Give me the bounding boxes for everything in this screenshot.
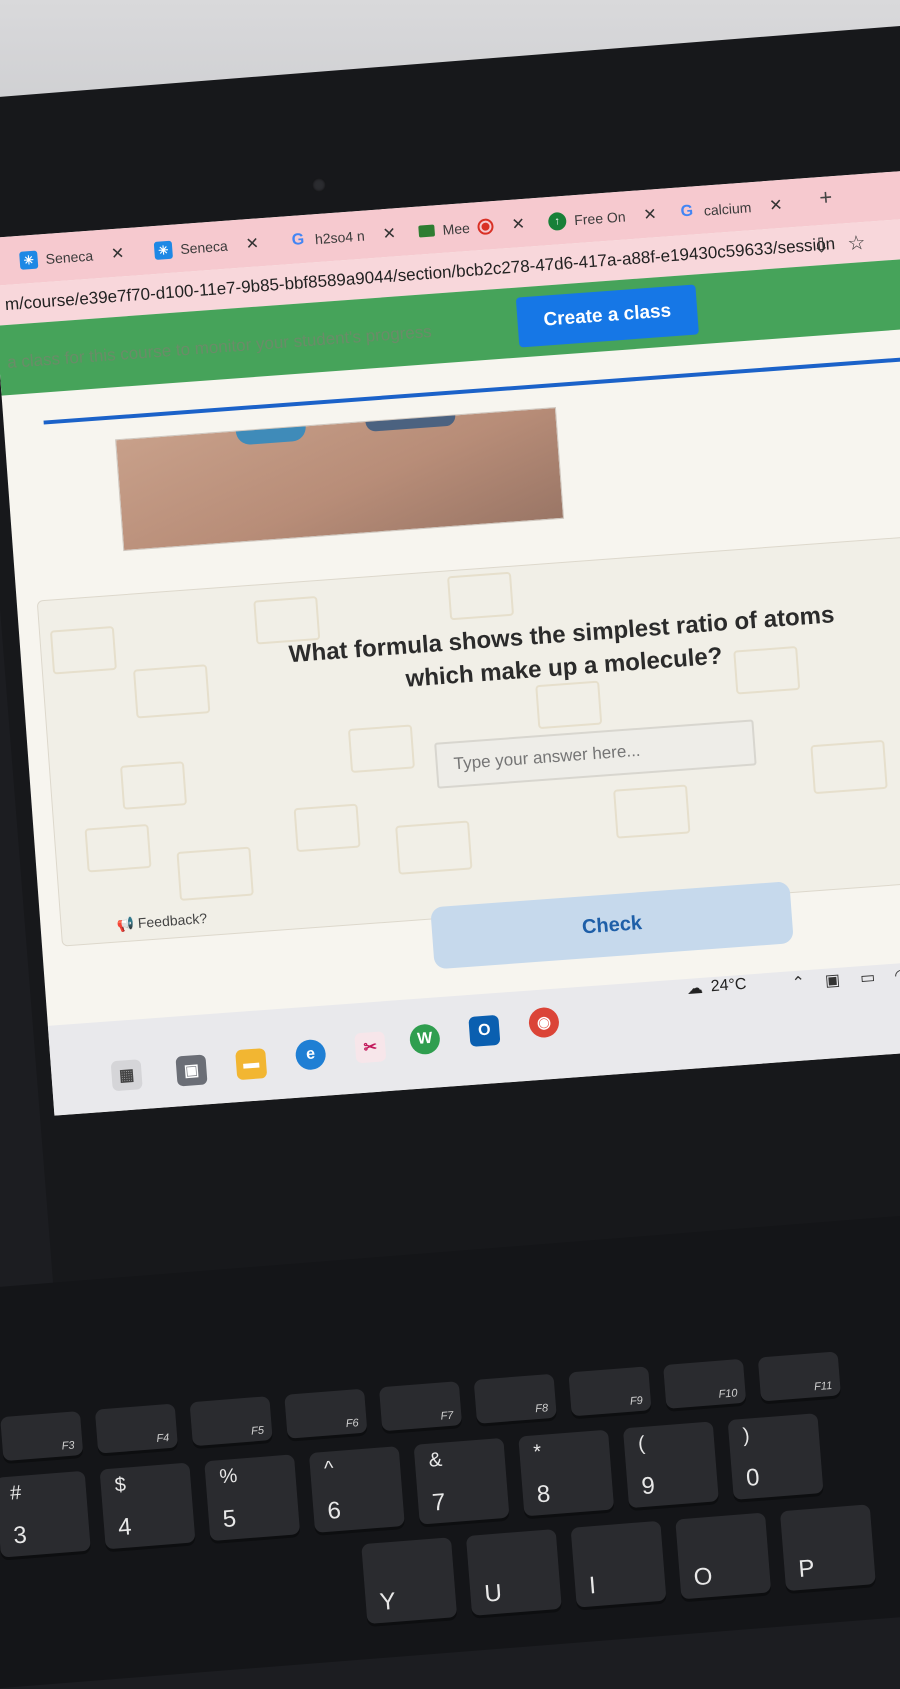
key-f6[interactable]: F6 <box>284 1388 368 1439</box>
outlook-icon[interactable]: O <box>468 1014 501 1047</box>
board-doodle-icon <box>613 784 691 839</box>
close-icon[interactable]: ✕ <box>768 195 784 216</box>
tab-seneca-2[interactable]: ✳ Seneca ✕ <box>145 228 268 267</box>
close-icon[interactable]: ✕ <box>643 204 658 225</box>
widgets-icon[interactable]: ▦ <box>110 1059 143 1092</box>
tab-label: h2so4 n <box>314 227 366 248</box>
create-class-button[interactable]: Create a class <box>515 284 699 348</box>
seneca-icon: ✳ <box>19 250 39 270</box>
tab-label: Mee <box>442 219 471 238</box>
key-i[interactable]: I <box>570 1520 667 1608</box>
tab-free[interactable]: ↑ Free On ✕ <box>539 199 666 238</box>
battery-icon[interactable]: ▭ <box>859 967 876 988</box>
key-o[interactable]: O <box>675 1512 772 1600</box>
close-icon[interactable]: ✕ <box>245 233 260 254</box>
snipping-tool-icon[interactable]: ✂ <box>354 1031 387 1064</box>
key-f8[interactable]: F8 <box>473 1373 557 1424</box>
temperature: 24°C <box>710 975 748 996</box>
board-doodle-icon <box>176 846 254 901</box>
key-7[interactable]: & 7 <box>413 1437 510 1525</box>
tab-seneca-1[interactable]: ✳ Seneca ✕ <box>11 238 134 277</box>
book-doodle-icon <box>447 571 515 621</box>
board-doodle-icon <box>132 664 211 719</box>
system-tray: ⌃ ▣ ▭ ◜ <box>791 965 900 993</box>
book-doodle-icon <box>535 680 603 730</box>
laptop-keyboard: F3 F4 F5 F6 F7 F8 F9 F10 F11 #3 $4 % 5 ^ 6… <box>0 1211 900 1689</box>
content-image <box>115 407 565 552</box>
tab-label: Seneca <box>179 237 229 258</box>
laptop-screen: ✳ Seneca ✕ ✳ Seneca ✕ G h2so4 n ✕ Mee ✕ … <box>0 167 900 1116</box>
chrome-icon[interactable]: ◉ <box>527 1006 561 1039</box>
board-doodle-icon <box>810 739 888 795</box>
close-icon[interactable]: ✕ <box>110 243 125 264</box>
store-icon[interactable]: ▣ <box>175 1054 208 1087</box>
install-icon[interactable]: ⇩ <box>812 233 831 259</box>
meet-icon <box>418 224 436 238</box>
camera-icon[interactable]: ▣ <box>824 970 841 991</box>
book-doodle-icon <box>84 823 152 873</box>
key-4[interactable]: $4 <box>99 1462 196 1550</box>
key-6[interactable]: ^ 6 <box>308 1446 405 1533</box>
feedback-link[interactable]: 📢 Feedback? <box>116 910 208 934</box>
key-3[interactable]: #3 <box>0 1470 91 1558</box>
google-icon: G <box>680 202 694 221</box>
weather-widget[interactable]: ☁ 24°C <box>686 975 747 999</box>
tab-h2so4[interactable]: G h2so4 n ✕ <box>280 218 405 257</box>
book-doodle-icon <box>49 625 117 675</box>
book-doodle-icon <box>120 761 188 810</box>
new-tab-button[interactable]: + <box>818 184 833 211</box>
key-f5[interactable]: F5 <box>189 1396 273 1447</box>
key-f3[interactable]: F3 <box>0 1410 84 1462</box>
key-f10[interactable]: F10 <box>663 1358 747 1409</box>
cloud-icon: ☁ <box>686 979 704 998</box>
key-f4[interactable]: F4 <box>94 1403 179 1454</box>
key-f7[interactable]: F7 <box>378 1381 463 1432</box>
seneca-icon: ✳ <box>153 240 174 260</box>
free-icon: ↑ <box>547 211 567 232</box>
key-f9[interactable]: F9 <box>568 1366 652 1417</box>
key-y[interactable]: Y <box>361 1537 458 1625</box>
recording-icon <box>477 218 495 236</box>
key-u[interactable]: U <box>465 1529 562 1616</box>
tab-label: calcium <box>703 199 752 219</box>
tab-meet[interactable]: Mee ✕ <box>410 208 535 247</box>
wifi-icon[interactable]: ◜ <box>894 965 900 985</box>
close-icon[interactable]: ✕ <box>511 214 526 235</box>
book-doodle-icon <box>347 724 415 773</box>
edge-icon[interactable]: e <box>294 1038 327 1071</box>
key-9[interactable]: (9 <box>622 1421 719 1509</box>
webcam <box>312 178 326 192</box>
banner-text: a class for this course to monitor your … <box>6 321 433 373</box>
answer-input[interactable] <box>434 719 757 789</box>
chrome-w-icon[interactable]: W <box>408 1023 441 1056</box>
key-f11[interactable]: F11 <box>757 1351 841 1402</box>
key-5[interactable]: % 5 <box>204 1454 301 1542</box>
megaphone-icon: 📢 <box>116 915 135 933</box>
board-doodle-icon <box>395 820 473 875</box>
star-icon[interactable]: ☆ <box>847 230 867 256</box>
tab-calcium[interactable]: G calcium ✕ <box>669 189 792 228</box>
folder-icon[interactable]: ▬ <box>235 1048 268 1081</box>
key-0[interactable]: ) 0 <box>727 1413 824 1500</box>
chevron-up-icon[interactable]: ⌃ <box>791 972 806 993</box>
tab-label: Free On <box>573 208 627 229</box>
google-icon: G <box>291 231 305 249</box>
key-8[interactable]: * 8 <box>518 1429 615 1517</box>
tab-label: Seneca <box>45 247 94 267</box>
feedback-label: Feedback? <box>137 909 208 931</box>
close-icon[interactable]: ✕ <box>382 223 397 244</box>
book-doodle-icon <box>293 803 361 853</box>
key-p[interactable]: P <box>779 1504 876 1592</box>
